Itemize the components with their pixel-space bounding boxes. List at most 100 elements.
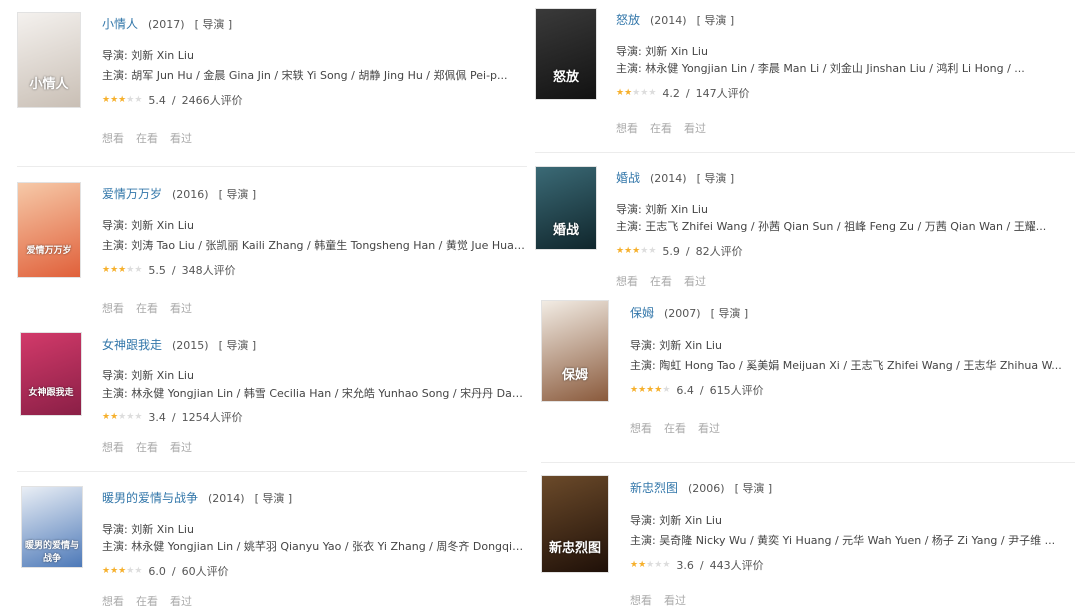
movie-poster[interactable]: 新忠烈图 xyxy=(541,475,609,573)
action-link[interactable]: 看过 xyxy=(170,595,192,606)
movie-poster[interactable]: 小情人 xyxy=(17,12,81,108)
movie-year: (2016) xyxy=(172,188,209,201)
director-line: 导演: 刘新 Xin Liu xyxy=(102,219,194,232)
action-link[interactable]: 想看 xyxy=(102,595,124,606)
cast-line: 主演: 林永健 Yongjian Lin / 韩雪 Cecilia Han / … xyxy=(102,387,525,400)
rating-stars: ★ ★ ★ ★ ★ xyxy=(630,559,670,570)
divider xyxy=(535,152,1075,153)
rating-separator: / xyxy=(685,86,690,100)
rating-score: 5.9 xyxy=(662,244,680,258)
star-icon: ★ xyxy=(126,94,135,105)
action-link[interactable]: 看过 xyxy=(684,122,706,135)
star-icon: ★ xyxy=(638,559,647,570)
rating-votes: 615人评价 xyxy=(709,384,764,397)
movie-poster[interactable]: 保姆 xyxy=(541,300,609,402)
star-icon: ★ xyxy=(134,94,143,105)
rating-row: ★ ★ ★ ★ ★ 4.2/147人评价 xyxy=(616,85,1075,101)
action-link[interactable]: 看过 xyxy=(170,302,192,315)
movie-role: [ 导演 ] xyxy=(218,188,257,201)
action-link[interactable]: 在看 xyxy=(650,275,672,288)
rating-stars: ★ ★ ★ ★ ★ xyxy=(102,264,142,275)
movie-role: [ 导演 ] xyxy=(734,482,773,495)
star-icon: ★ xyxy=(638,384,647,395)
action-link[interactable]: 看过 xyxy=(698,422,720,435)
director-line: 导演: 刘新 Xin Liu xyxy=(630,339,722,352)
action-links: 想看 在看 看过 xyxy=(102,593,525,606)
rating-separator: / xyxy=(685,244,690,258)
movie-title-link[interactable]: 婚战 xyxy=(616,171,640,185)
rating-separator: / xyxy=(699,558,704,572)
movie-poster[interactable]: 爱情万万岁 xyxy=(17,182,81,278)
cast-line: 主演: 林永健 Yongjian Lin / 李晨 Man Li / 刘金山 J… xyxy=(616,62,1025,75)
movie-title-link[interactable]: 女神跟我走 xyxy=(102,338,162,352)
movie-title-link[interactable]: 怒放 xyxy=(616,13,640,27)
action-link[interactable]: 看过 xyxy=(170,441,192,454)
action-links: 想看 在看 看过 xyxy=(102,439,525,455)
star-icon: ★ xyxy=(110,264,119,275)
rating-separator: / xyxy=(699,383,704,397)
star-icon: ★ xyxy=(648,87,657,98)
movie-title-link[interactable]: 暖男的爱情与战争 xyxy=(102,491,198,505)
action-link[interactable]: 在看 xyxy=(136,302,158,315)
star-icon: ★ xyxy=(102,411,111,422)
star-icon: ★ xyxy=(630,384,639,395)
director-line: 导演: 刘新 Xin Liu xyxy=(102,523,194,536)
movie-role: [ 导演 ] xyxy=(254,492,293,505)
movie-poster[interactable]: 怒放 xyxy=(535,8,597,100)
action-link[interactable]: 在看 xyxy=(650,122,672,135)
action-link[interactable]: 在看 xyxy=(136,595,158,606)
action-link[interactable]: 看过 xyxy=(170,132,192,145)
movie-role: [ 导演 ] xyxy=(218,339,257,352)
movie-poster[interactable]: 女神跟我走 xyxy=(20,332,82,416)
star-icon: ★ xyxy=(110,411,119,422)
movie-title-link[interactable]: 保姆 xyxy=(630,306,654,320)
movie-role: [ 导演 ] xyxy=(710,307,749,320)
poster-caption: 爱情万万岁 xyxy=(26,246,72,256)
title-row: 暖男的爱情与战争 (2014) [ 导演 ] xyxy=(102,489,525,506)
divider xyxy=(541,462,1075,463)
movie-role: [ 导演 ] xyxy=(194,18,233,31)
cast-line: 主演: 刘涛 Tao Liu / 张凯丽 Kaili Zhang / 韩童生 T… xyxy=(102,239,525,252)
rating-separator: / xyxy=(171,263,176,277)
action-links: 想看 在看 看过 xyxy=(102,300,525,316)
action-link[interactable]: 看过 xyxy=(684,275,706,288)
action-link[interactable]: 想看 xyxy=(102,132,124,145)
star-icon: ★ xyxy=(102,94,111,105)
director-line: 导演: 刘新 Xin Liu xyxy=(616,203,708,216)
rating-score: 4.2 xyxy=(662,86,680,100)
action-link[interactable]: 看过 xyxy=(664,594,686,606)
star-icon: ★ xyxy=(110,94,119,105)
action-link[interactable]: 在看 xyxy=(136,441,158,454)
star-icon: ★ xyxy=(102,264,111,275)
action-link[interactable]: 想看 xyxy=(102,302,124,315)
poster-caption: 新忠烈图 xyxy=(548,541,601,556)
star-icon: ★ xyxy=(654,384,663,395)
movie-role: [ 导演 ] xyxy=(696,14,735,27)
movie-title-link[interactable]: 小情人 xyxy=(102,17,138,31)
rating-separator: / xyxy=(171,564,176,578)
movie-poster[interactable]: 婚战 xyxy=(535,166,597,250)
action-link[interactable]: 想看 xyxy=(616,275,638,288)
rating-row: ★ ★ ★ ★ ★ 5.9/82人评价 xyxy=(616,243,1075,259)
poster-caption: 小情人 xyxy=(29,77,69,92)
rating-row: ★ ★ ★ ★ ★ 6.4/615人评价 xyxy=(630,382,1075,398)
action-link[interactable]: 想看 xyxy=(630,422,652,435)
star-icon: ★ xyxy=(624,87,633,98)
star-icon: ★ xyxy=(624,245,633,256)
rating-stars: ★ ★ ★ ★ ★ xyxy=(616,87,657,98)
action-link[interactable]: 在看 xyxy=(664,422,686,435)
title-row: 怒放 (2014) [ 导演 ] xyxy=(616,11,1075,28)
star-icon: ★ xyxy=(662,384,671,395)
movie-title-link[interactable]: 新忠烈图 xyxy=(630,481,678,495)
action-link[interactable]: 在看 xyxy=(136,132,158,145)
rating-stars: ★ ★ ★ ★ ★ xyxy=(630,384,671,395)
star-icon: ★ xyxy=(640,245,649,256)
poster-caption: 暖男的爱情与战争 xyxy=(24,541,79,564)
movie-poster[interactable]: 暖男的爱情与战争 xyxy=(21,486,83,568)
action-link[interactable]: 想看 xyxy=(102,441,124,454)
action-link[interactable]: 想看 xyxy=(630,594,652,606)
movie-title-link[interactable]: 爱情万万岁 xyxy=(102,187,162,201)
action-links: 想看 看过 xyxy=(630,592,1075,606)
action-link[interactable]: 想看 xyxy=(616,122,638,135)
rating-votes: 147人评价 xyxy=(695,87,750,100)
